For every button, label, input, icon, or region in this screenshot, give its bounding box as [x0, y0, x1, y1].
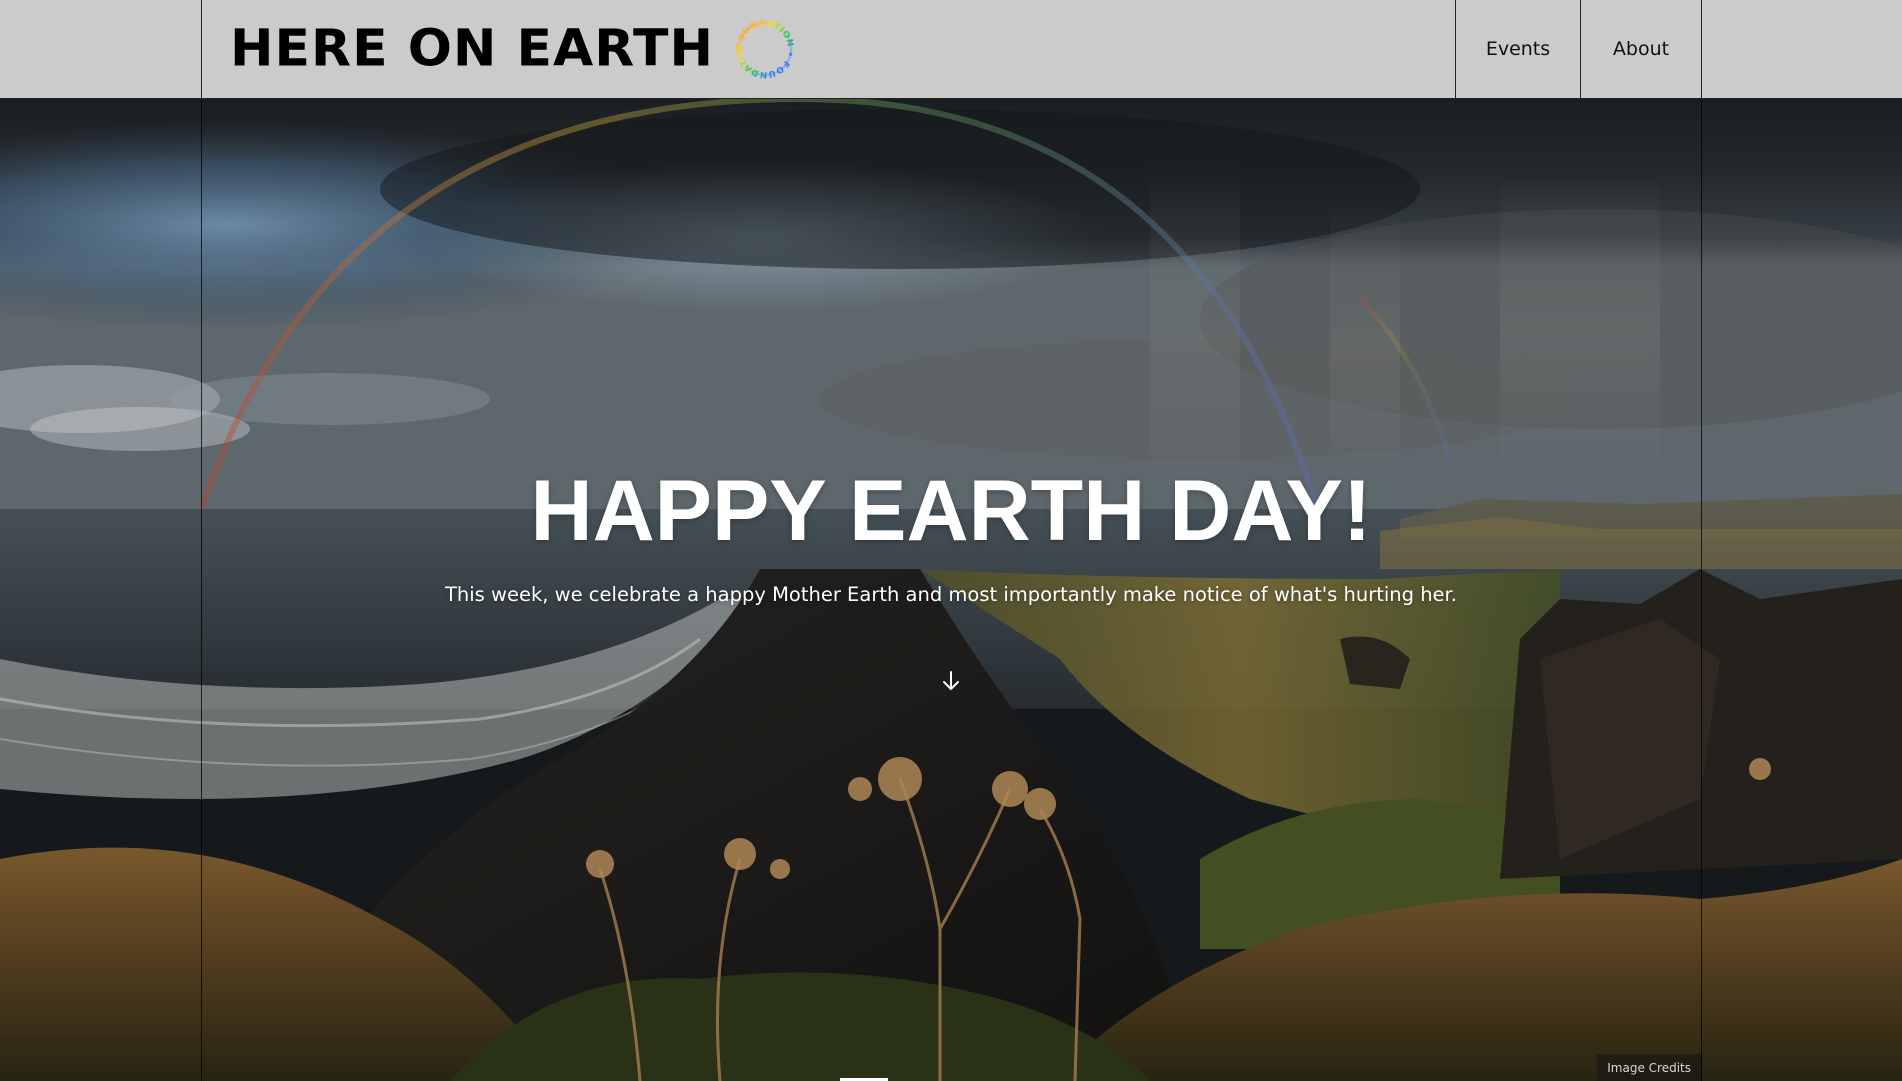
hero-section: HAPPY EARTH DAY! This week, we celebrate…	[0, 99, 1902, 1081]
hero-subtitle: This week, we celebrate a happy Mother E…	[444, 582, 1457, 606]
svg-text:FOUNDATION • FOUNDATION •: FOUNDATION • FOUNDATION •	[734, 18, 795, 79]
hero-title: HAPPY EARTH DAY!	[530, 463, 1372, 559]
brand-home-link[interactable]: HERE ON EARTH FOUNDATION • FOUNDATIO	[202, 0, 796, 98]
brand-wordmark: HERE ON EARTH	[230, 19, 714, 79]
image-credits-link[interactable]: Image Credits	[1597, 1054, 1701, 1081]
nav-about-link[interactable]: About	[1581, 0, 1701, 98]
page: HERE ON EARTH FOUNDATION • FOUNDATIO Eve…	[0, 0, 1902, 1081]
header-divider-right	[1701, 0, 1702, 99]
arrow-down-icon[interactable]	[941, 670, 961, 692]
nav-events-link[interactable]: Events	[1456, 0, 1580, 98]
foundation-badge-logo: FOUNDATION • FOUNDATION •	[734, 18, 795, 79]
site-header: HERE ON EARTH FOUNDATION • FOUNDATIO Eve…	[0, 0, 1902, 99]
